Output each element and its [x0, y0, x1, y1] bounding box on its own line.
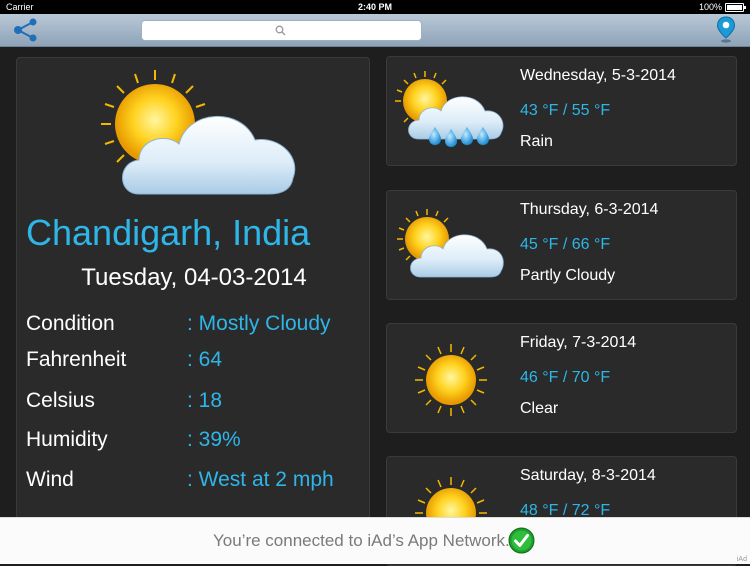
- battery-percent: 100%: [698, 2, 722, 12]
- search-bar[interactable]: [141, 20, 425, 42]
- forecast-day: Wednesday, 5-3-2014: [520, 67, 676, 84]
- status-time: 2:40 PM: [357, 2, 392, 12]
- navigation-bar: [0, 14, 750, 47]
- detail-value: : 18: [187, 389, 223, 412]
- detail-row-humidity: Humidity : 39%: [26, 428, 366, 458]
- forecast-day: Saturday, 8-3-2014: [520, 467, 656, 484]
- ad-message: You’re connected to iAd’s App Network.: [213, 531, 510, 550]
- forecast-card[interactable]: Friday, 7-3-2014 46 °F / 70 °F Clear: [386, 323, 737, 433]
- detail-label: Wind: [26, 468, 74, 491]
- search-input[interactable]: [142, 21, 425, 42]
- partly-cloudy-icon: [397, 209, 504, 278]
- current-date: Tuesday, 04-03-2014: [81, 264, 307, 291]
- forecast-temps: 43 °F / 55 °F: [520, 102, 611, 119]
- battery-icon: [725, 3, 746, 12]
- detail-value: : 64: [187, 348, 223, 371]
- forecast-card[interactable]: Wednesday, 5-3-2014 43 °F / 55 °F Rain: [386, 56, 737, 166]
- detail-value: : 39%: [187, 428, 241, 451]
- current-weather-panel: Chandigarh, India Tuesday, 04-03-2014 Co…: [16, 57, 370, 527]
- detail-row-fahrenheit: Fahrenheit : 64: [26, 348, 366, 378]
- checkmark-icon: [508, 527, 535, 554]
- forecast-temps: 46 °F / 70 °F: [520, 369, 611, 386]
- iad-banner[interactable]: You’re connected to iAd’s App Network. i…: [0, 517, 750, 564]
- detail-row-celsius: Celsius : 18: [26, 389, 366, 419]
- forecast-day: Friday, 7-3-2014: [520, 334, 637, 351]
- detail-label: Condition: [26, 312, 115, 335]
- detail-value: : Mostly Cloudy: [187, 312, 331, 335]
- iad-tag: iAd: [736, 556, 747, 563]
- detail-label: Fahrenheit: [26, 348, 127, 371]
- forecast-condition: Partly Cloudy: [520, 267, 616, 284]
- forecast-condition: Rain: [520, 133, 553, 150]
- forecast-temps: 45 °F / 66 °F: [520, 236, 611, 253]
- forecast-condition: Clear: [520, 400, 559, 417]
- partly-cloudy-icon: [101, 70, 296, 195]
- share-icon[interactable]: [12, 17, 40, 43]
- status-bar: Carrier 2:40 PM 100%: [0, 0, 750, 14]
- detail-row-condition: Condition : Mostly Cloudy: [26, 312, 366, 342]
- rain-icon: [395, 71, 504, 147]
- detail-label: Humidity: [26, 428, 108, 451]
- detail-row-wind: Wind : West at 2 mph: [26, 468, 366, 498]
- forecast-card[interactable]: Thursday, 6-3-2014 45 °F / 66 °F Partly …: [386, 190, 737, 300]
- location-pin-icon[interactable]: [716, 16, 736, 44]
- sun-icon: [415, 344, 487, 416]
- detail-label: Celsius: [26, 389, 95, 412]
- forecast-day: Thursday, 6-3-2014: [520, 201, 659, 218]
- city-name: Chandigarh, India: [26, 212, 311, 253]
- detail-value: : West at 2 mph: [187, 468, 334, 491]
